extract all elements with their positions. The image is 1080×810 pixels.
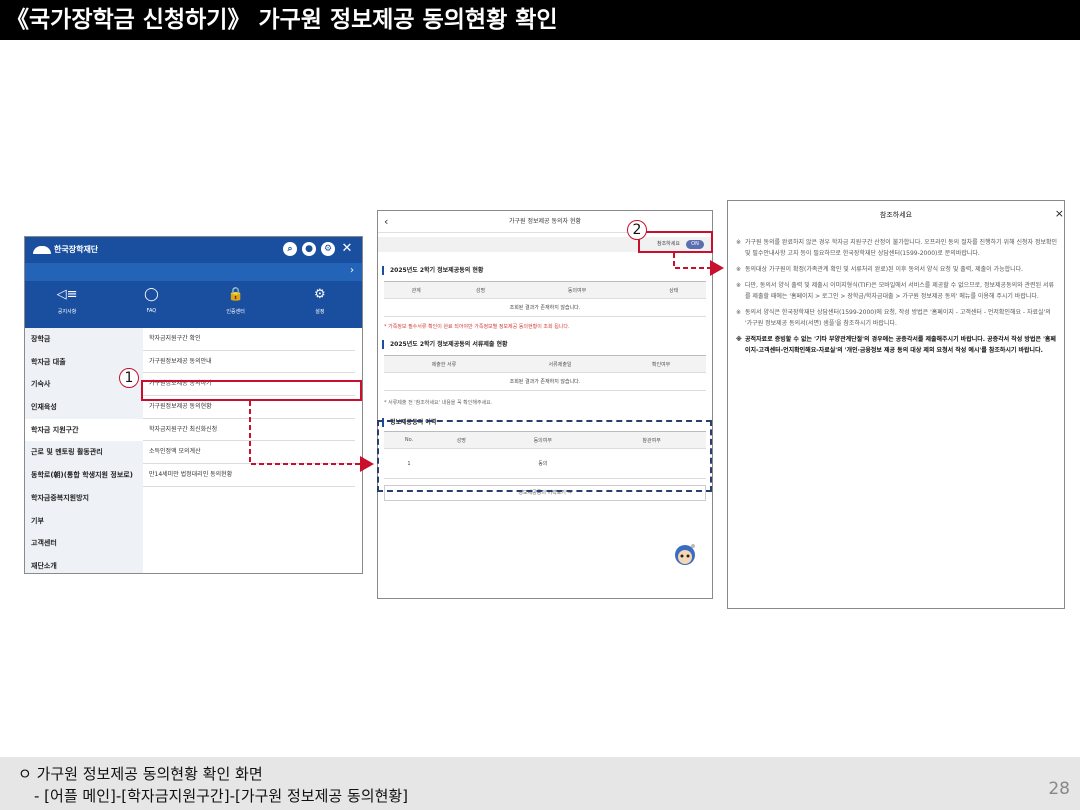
connector-arrows [249,253,724,472]
arrow-to-notice [673,253,724,276]
page-number: 28 [1048,779,1070,799]
caption-line-1: ㅇ 가구원 정보제공 동의현황 확인 화면 [18,765,263,783]
arrow-to-consent [249,401,374,472]
slide-footer: ㅇ 가구원 정보제공 동의현황 확인 화면 - [어플 메인]-[학자금지원구간… [0,757,1080,810]
caption-line-2: - [어플 메인]-[학자금지원구간]-[가구원 정보제공 동의현황] [34,787,409,805]
